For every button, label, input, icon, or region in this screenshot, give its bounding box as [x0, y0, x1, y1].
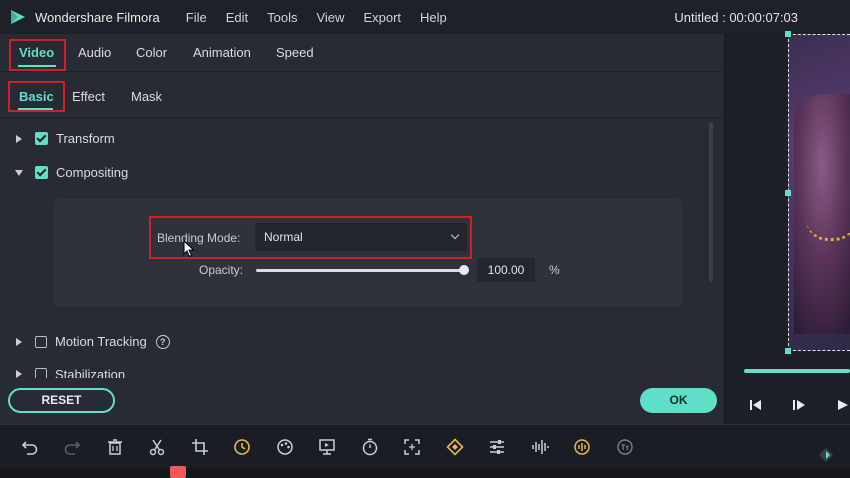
collapse-arrow-icon[interactable]: [15, 169, 23, 176]
chevron-down-icon: [450, 230, 460, 240]
timeline-toolbar: [0, 424, 850, 468]
opacity-unit: %: [549, 263, 560, 277]
help-icon[interactable]: ?: [155, 334, 170, 349]
redo-icon[interactable]: [62, 437, 82, 457]
resize-handle[interactable]: [785, 190, 791, 196]
stabilization-label: Stabilization: [55, 368, 126, 378]
panel-footer: RESET OK: [0, 378, 724, 424]
expand-arrow-icon[interactable]: [16, 337, 22, 346]
tab-video-highlight: [9, 39, 66, 71]
expand-arrow-icon[interactable]: [16, 370, 22, 378]
secondary-tabs: Basic Effect Mask: [0, 72, 724, 118]
filmora-logo-icon: [11, 10, 25, 24]
preview-panel: [726, 31, 850, 424]
menu-help[interactable]: Help: [420, 10, 447, 25]
motion-tracking-label: Motion Tracking: [55, 334, 147, 349]
tab-speed[interactable]: Speed: [276, 45, 314, 60]
color-icon[interactable]: [275, 437, 295, 457]
marker-diamond-icon[interactable]: [816, 445, 836, 465]
audio-icon[interactable]: [530, 437, 550, 457]
resize-handle[interactable]: [785, 348, 791, 354]
fullscreen-icon[interactable]: [402, 437, 422, 457]
undo-icon[interactable]: [20, 437, 40, 457]
menu-bar: File Edit Tools View Export Help: [186, 10, 466, 25]
opacity-input[interactable]: 100.00: [477, 258, 535, 282]
section-compositing[interactable]: Compositing: [15, 165, 128, 180]
ok-button[interactable]: OK: [640, 388, 717, 413]
play-icon[interactable]: [792, 398, 806, 412]
transform-label: Transform: [56, 131, 115, 146]
stabilization-checkbox[interactable]: [35, 368, 47, 378]
crop-icon[interactable]: [190, 437, 210, 457]
blending-mode-label: Blending Mode:: [157, 231, 241, 245]
expand-arrow-icon[interactable]: [16, 134, 22, 143]
tab-mask[interactable]: Mask: [131, 89, 162, 104]
tab-animation[interactable]: Animation: [193, 45, 251, 60]
delete-icon[interactable]: [105, 437, 125, 457]
section-motion-tracking[interactable]: Motion Tracking ?: [16, 334, 170, 349]
reset-button[interactable]: RESET: [8, 388, 115, 413]
opacity-label: Opacity:: [199, 263, 244, 277]
speech-to-text-icon[interactable]: [615, 437, 635, 457]
section-transform[interactable]: Transform: [16, 131, 115, 146]
previous-frame-icon[interactable]: [749, 398, 763, 412]
keyframe-icon[interactable]: [445, 437, 465, 457]
tab-effect[interactable]: Effect: [72, 89, 105, 104]
panel-scrollbar[interactable]: [709, 122, 713, 282]
blending-mode-select[interactable]: Normal: [255, 223, 467, 251]
timeline-playhead[interactable]: [170, 466, 186, 478]
compositing-checkbox[interactable]: [35, 166, 48, 179]
adjust-icon[interactable]: [487, 437, 507, 457]
compositing-label: Compositing: [56, 165, 129, 180]
menu-file[interactable]: File: [186, 10, 207, 25]
tab-basic-highlight: [8, 81, 65, 112]
menu-edit[interactable]: Edit: [226, 10, 248, 25]
transform-checkbox[interactable]: [35, 132, 48, 145]
opacity-slider[interactable]: [256, 269, 465, 272]
section-stabilization[interactable]: Stabilization: [16, 368, 125, 378]
preview-progress-bar[interactable]: [744, 369, 850, 373]
properties-panel: Video Audio Color Animation Speed Basic …: [0, 34, 724, 424]
app-name: Wondershare Filmora: [35, 9, 160, 25]
menu-export[interactable]: Export: [363, 10, 401, 25]
mouse-cursor-icon: [183, 240, 195, 258]
play-next-icon[interactable]: [836, 398, 850, 412]
resize-handle[interactable]: [785, 31, 791, 37]
freeze-icon[interactable]: [317, 437, 337, 457]
opacity-slider-handle[interactable]: [459, 265, 469, 275]
cut-icon[interactable]: [147, 437, 167, 457]
blending-mode-value: Normal: [264, 230, 303, 244]
selection-frame[interactable]: [788, 34, 850, 351]
tab-audio[interactable]: Audio: [78, 45, 111, 60]
project-title: Untitled : 00:00:07:03: [674, 10, 798, 25]
tab-color[interactable]: Color: [136, 45, 167, 60]
primary-tabs: Video Audio Color Animation Speed: [0, 34, 724, 72]
timer-icon[interactable]: [360, 437, 380, 457]
motion-tracking-checkbox[interactable]: [35, 335, 47, 348]
timeline-ruler[interactable]: [0, 468, 850, 478]
menu-view[interactable]: View: [316, 10, 344, 25]
speed-icon[interactable]: [232, 437, 252, 457]
voice-icon[interactable]: [572, 437, 592, 457]
menu-tools[interactable]: Tools: [267, 10, 297, 25]
title-bar: Wondershare Filmora File Edit Tools View…: [0, 0, 850, 34]
